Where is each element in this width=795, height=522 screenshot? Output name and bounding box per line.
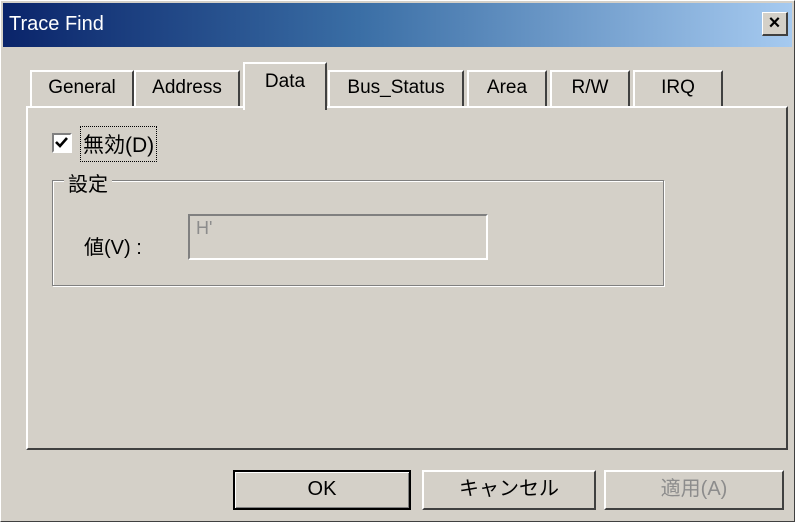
tab-label: Data (264, 71, 306, 92)
tab-bus-status[interactable]: Bus_Status (328, 70, 464, 106)
tab-address[interactable]: Address (134, 70, 240, 106)
disable-checkbox[interactable] (52, 133, 72, 153)
settings-group-title: 設定 (64, 168, 112, 197)
apply-button[interactable]: 適用(A) (604, 470, 784, 510)
ok-button-label: OK (307, 478, 337, 500)
apply-button-label: 適用(A) (660, 478, 728, 500)
ok-button[interactable]: OK (233, 470, 411, 510)
active-tab-joint (245, 104, 325, 110)
close-button[interactable]: × (762, 12, 788, 36)
checkmark-icon (55, 137, 68, 148)
cancel-button-label: キャンセル (459, 478, 559, 500)
tab-label: Address (152, 77, 222, 98)
tab-label: Area (486, 77, 528, 98)
tab-data[interactable]: Data (243, 62, 327, 110)
value-label: 値(V) : (84, 237, 142, 259)
tab-general[interactable]: General (30, 70, 134, 106)
tab-rw[interactable]: R/W (550, 70, 630, 106)
tab-label: R/W (571, 77, 609, 98)
title-bar[interactable]: Trace Find × (3, 3, 792, 47)
tab-label: IRQ (661, 77, 695, 98)
tab-label: Bus_Status (347, 77, 445, 98)
tab-label: General (48, 77, 116, 98)
close-icon: × (768, 12, 781, 34)
value-input[interactable]: H' (188, 214, 488, 260)
window-title: Trace Find (9, 13, 104, 35)
tab-area[interactable]: Area (467, 70, 547, 106)
cancel-button[interactable]: キャンセル (422, 470, 596, 510)
tab-irq[interactable]: IRQ (633, 70, 723, 106)
disable-checkbox-label[interactable]: 無効(D) (80, 126, 158, 162)
